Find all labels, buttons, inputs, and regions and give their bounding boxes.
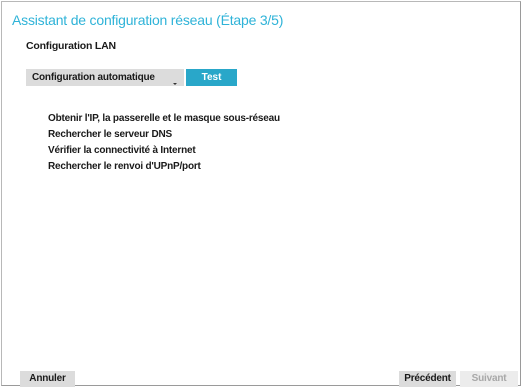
setup-wizard-window: Assistant de configuration réseau (Étape… bbox=[1, 1, 521, 387]
list-item: Vérifier la connectivité à Internet bbox=[48, 145, 196, 156]
wizard-title: Assistant de configuration réseau (Étape… bbox=[12, 12, 284, 28]
section-label-lan: Configuration LAN bbox=[26, 40, 116, 52]
next-button[interactable]: Suivant bbox=[460, 371, 518, 387]
cancel-button[interactable]: Annuler bbox=[20, 371, 75, 387]
previous-button[interactable]: Précédent bbox=[399, 371, 456, 387]
chevron-down-icon bbox=[170, 73, 180, 85]
test-steps-list: Obtenir l'IP, la passerelle et le masque… bbox=[48, 113, 280, 177]
list-item: Rechercher le serveur DNS bbox=[48, 129, 172, 140]
configuration-mode-dropdown[interactable]: Configuration automatique bbox=[26, 69, 184, 86]
list-item: Obtenir l'IP, la passerelle et le masque… bbox=[48, 113, 280, 124]
configuration-mode-value: Configuration automatique bbox=[32, 72, 155, 83]
list-item: Rechercher le renvoi d'UPnP/port bbox=[48, 161, 201, 172]
test-button[interactable]: Test bbox=[186, 69, 237, 86]
